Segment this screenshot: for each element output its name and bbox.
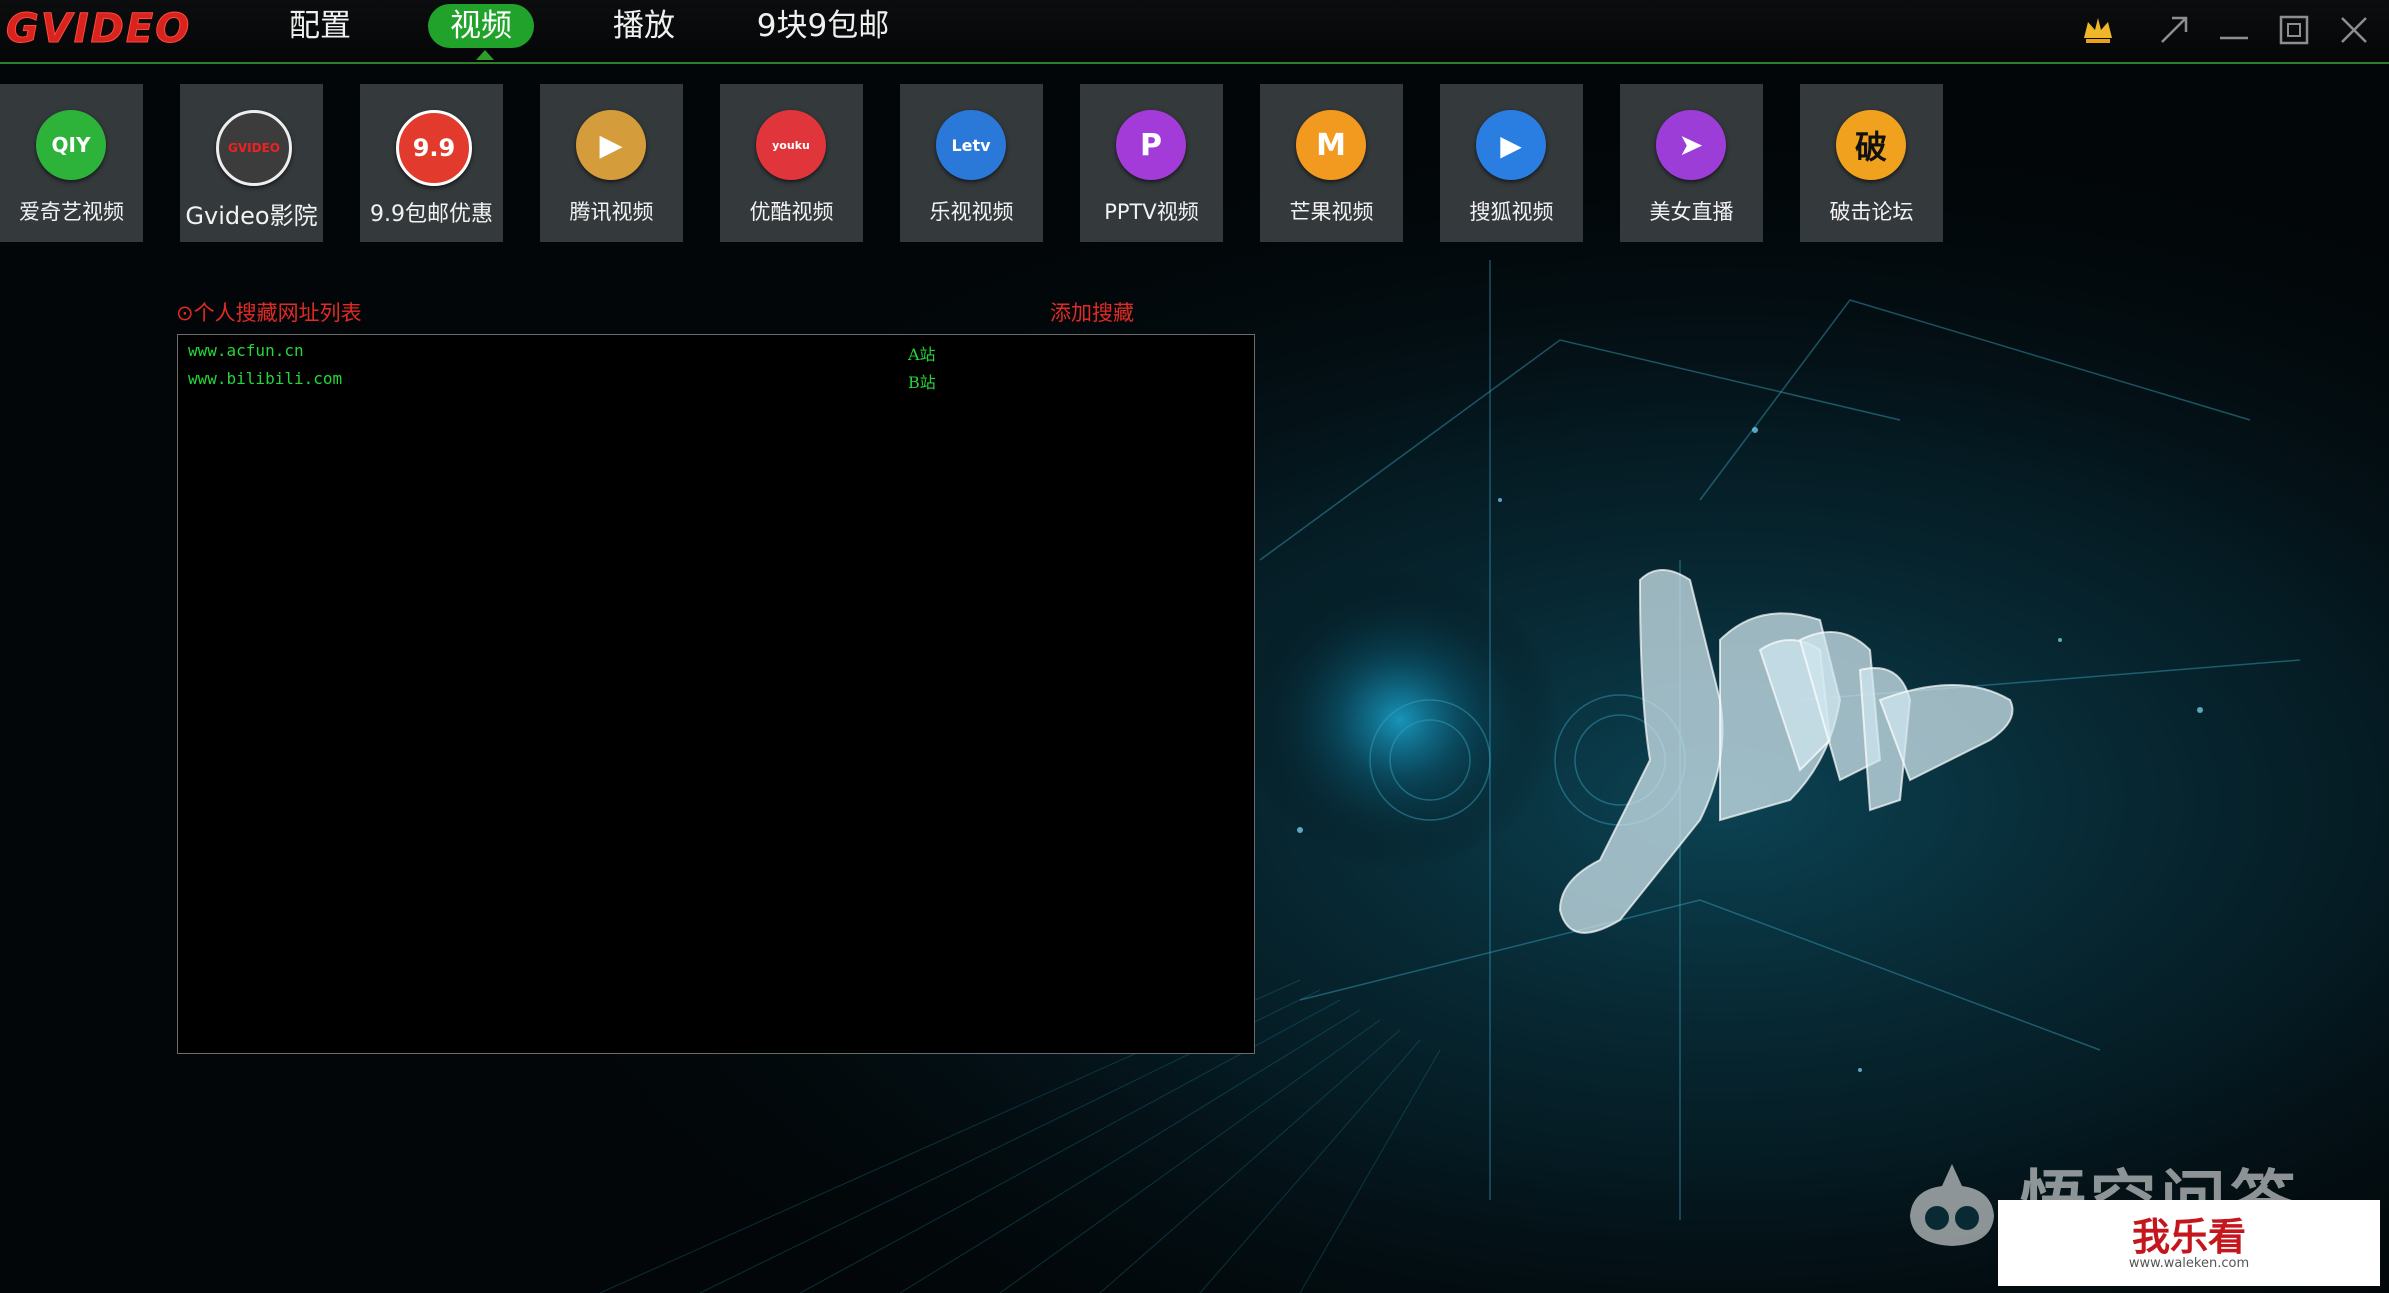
tab-play[interactable]: 播放 (602, 4, 686, 48)
site-tile-live[interactable]: ➤ 美女直播 (1620, 84, 1763, 242)
vip-crown-icon[interactable] (2078, 10, 2118, 50)
mango-tv-icon: M (1296, 110, 1366, 180)
forum-icon: 破 (1836, 110, 1906, 180)
minimize-icon[interactable] (2214, 10, 2254, 50)
shrink-icon[interactable] (2154, 10, 2194, 50)
list-item[interactable]: www.acfun.cn A站 (188, 341, 1248, 367)
close-icon[interactable] (2334, 10, 2374, 50)
site-tile-99[interactable]: 9.9 9.9包邮优惠 (360, 84, 503, 242)
title-bar: GVIDEO 配置 视频 播放 9块9包邮 (0, 0, 2389, 64)
site-tile-sohu[interactable]: ▶ 搜狐视频 (1440, 84, 1583, 242)
site-watermark: 我乐看 www.waleken.com (1998, 1200, 2380, 1286)
tencent-video-icon: ▶ (576, 110, 646, 180)
site-tile-label: 优酷视频 (749, 200, 834, 224)
list-item[interactable]: www.bilibili.com B站 (188, 369, 1248, 395)
site-tile-forum[interactable]: 破 破击论坛 (1800, 84, 1943, 242)
site-tile-label: 9.9包邮优惠 (370, 202, 493, 227)
favorite-name: A站 (908, 345, 936, 364)
site-tile-mango[interactable]: M 芒果视频 (1260, 84, 1403, 242)
live-stream-icon: ➤ (1656, 110, 1726, 180)
iqiyi-icon: QIY (36, 110, 106, 180)
pptv-icon: P (1116, 110, 1186, 180)
wukong-logo-icon (1910, 1164, 1994, 1246)
sohu-video-icon: ▶ (1476, 110, 1546, 180)
site-tile-tencent[interactable]: ▶ 腾讯视频 (540, 84, 683, 242)
site-tile-label: 爱奇艺视频 (19, 200, 124, 224)
youku-icon: youku (756, 110, 826, 180)
site-tile-gvideo[interactable]: GVIDEO Gvideo影院 (180, 84, 323, 242)
favorite-url[interactable]: www.bilibili.com (188, 369, 342, 388)
watermark-site-url: www.waleken.com (2128, 1256, 2250, 1271)
active-tab-indicator (476, 50, 494, 60)
app-logo: GVIDEO (5, 6, 192, 53)
watermark-site-name: 我乐看 (2131, 1215, 2246, 1259)
tab-9yuan-free-shipping[interactable]: 9块9包邮 (750, 4, 896, 48)
site-tile-label: 破击论坛 (1829, 200, 1914, 224)
site-tile-label: 搜狐视频 (1469, 200, 1554, 224)
site-tile-youku[interactable]: youku 优酷视频 (720, 84, 863, 242)
restore-icon[interactable] (2274, 10, 2314, 50)
site-tile-letv[interactable]: Letv 乐视视频 (900, 84, 1043, 242)
gvideo-play-icon: GVIDEO (216, 110, 292, 186)
add-favorite-link[interactable]: 添加搜藏 (1050, 297, 1134, 327)
tab-video[interactable]: 视频 (428, 4, 534, 48)
site-tile-label: Gvideo影院 (185, 202, 318, 230)
nine-nine-icon: 9.9 (396, 110, 472, 186)
site-tile-label: 美女直播 (1649, 200, 1734, 224)
site-tile-label: 乐视视频 (929, 200, 1014, 224)
favorites-list[interactable]: www.acfun.cn A站 www.bilibili.com B站 (177, 334, 1255, 1054)
site-tile-label: 腾讯视频 (569, 200, 654, 224)
favorite-name: B站 (908, 373, 936, 392)
favorite-url[interactable]: www.acfun.cn (188, 341, 304, 360)
letv-icon: Letv (936, 110, 1006, 180)
site-tile-iqiyi[interactable]: QIY 爱奇艺视频 (0, 84, 143, 242)
site-tile-label: PPTV视频 (1104, 200, 1199, 224)
tab-config[interactable]: 配置 (278, 4, 362, 48)
site-tile-label: 芒果视频 (1289, 200, 1374, 224)
site-tile-pptv[interactable]: P PPTV视频 (1080, 84, 1223, 242)
favorites-title: ⊙个人搜藏网址列表 (176, 301, 362, 325)
